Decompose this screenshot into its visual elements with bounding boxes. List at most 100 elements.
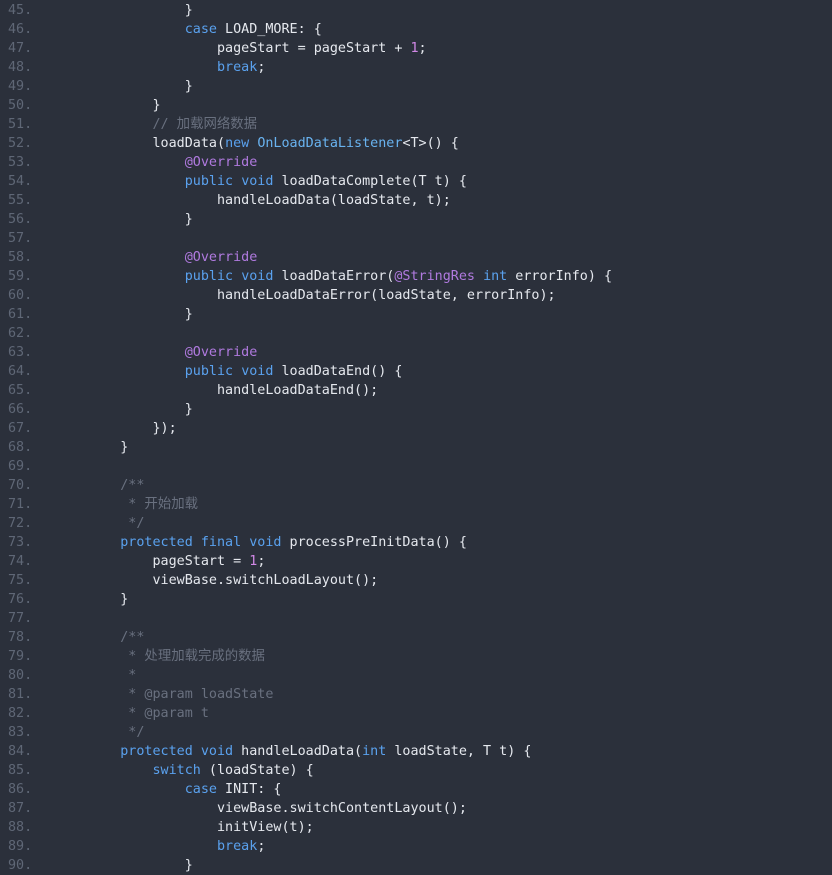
code-line: 57. bbox=[0, 229, 612, 248]
code-line: 90. } bbox=[0, 856, 612, 875]
line-number: 66. bbox=[8, 402, 33, 417]
code-line: 46. case LOAD_MORE: { bbox=[0, 20, 612, 39]
line-code: } bbox=[40, 210, 193, 229]
line-code: } bbox=[40, 96, 161, 115]
line-code: protected final void processPreInitData(… bbox=[40, 533, 467, 552]
code-token: * 处理加载完成的数据 bbox=[88, 649, 265, 664]
line-code: */ bbox=[40, 723, 144, 742]
code-line: 75. viewBase.switchLoadLayout(); bbox=[0, 571, 612, 590]
line-code: public void loadDataEnd() { bbox=[40, 362, 403, 381]
line-code: case LOAD_MORE: { bbox=[40, 20, 322, 39]
code-token: * @param t bbox=[88, 706, 209, 721]
line-number: 49. bbox=[8, 79, 33, 94]
code-token: handleLoadDataEnd(); bbox=[88, 383, 379, 398]
code-token: } bbox=[88, 592, 129, 607]
line-number: 59. bbox=[8, 269, 33, 284]
line-code: } bbox=[40, 400, 193, 419]
code-token: * bbox=[88, 668, 137, 683]
code-token: viewBase.switchLoadLayout(); bbox=[88, 573, 379, 588]
line-number: 62. bbox=[8, 326, 33, 341]
code-line: 67. }); bbox=[0, 419, 612, 438]
line-number: 69. bbox=[8, 459, 33, 474]
code-token: <T>() { bbox=[402, 136, 459, 151]
line-number: 47. bbox=[8, 41, 33, 56]
code-line: 50. } bbox=[0, 96, 612, 115]
code-token: }); bbox=[88, 421, 177, 436]
code-token: ; bbox=[257, 60, 266, 75]
code-token: ; bbox=[257, 554, 266, 569]
line-number: 70. bbox=[8, 478, 33, 493]
code-line: 64. public void loadDataEnd() { bbox=[0, 362, 612, 381]
line-number: 80. bbox=[8, 668, 33, 683]
code-token: @Override bbox=[184, 155, 258, 170]
code-line: 71. * 开始加载 bbox=[0, 495, 612, 514]
code-line: 78. /** bbox=[0, 628, 612, 647]
code-line: 58. @Override bbox=[0, 248, 612, 267]
code-token: loadDataError( bbox=[273, 269, 395, 284]
line-code: case INIT: { bbox=[40, 780, 282, 799]
code-token: public bbox=[184, 269, 234, 284]
code-line: 73. protected final void processPreInitD… bbox=[0, 533, 612, 552]
line-code: viewBase.switchContentLayout(); bbox=[40, 799, 467, 818]
code-token: errorInfo) { bbox=[507, 269, 613, 284]
line-code: pageStart = 1; bbox=[40, 552, 265, 571]
code-line: 51. // 加载网络数据 bbox=[0, 115, 612, 134]
line-number: 71. bbox=[8, 497, 33, 512]
code-token: viewBase.switchContentLayout(); bbox=[88, 801, 467, 816]
line-code: /** bbox=[40, 476, 144, 495]
code-line: 48. break; bbox=[0, 58, 612, 77]
code-line: 55. handleLoadData(loadState, t); bbox=[0, 191, 612, 210]
line-number: 60. bbox=[8, 288, 33, 303]
line-number: 78. bbox=[8, 630, 33, 645]
code-line: 80. * bbox=[0, 666, 612, 685]
code-token: handleLoadData(loadState, t); bbox=[88, 193, 451, 208]
code-token: int bbox=[362, 744, 387, 759]
code-line: 74. pageStart = 1; bbox=[0, 552, 612, 571]
code-token: @Override bbox=[184, 250, 258, 265]
line-number: 81. bbox=[8, 687, 33, 702]
code-line: 56. } bbox=[0, 210, 612, 229]
code-token: initView(t); bbox=[88, 820, 314, 835]
line-number: 83. bbox=[8, 725, 33, 740]
line-number: 85. bbox=[8, 763, 33, 778]
code-line: 88. initView(t); bbox=[0, 818, 612, 837]
code-line: 84. protected void handleLoadData(int lo… bbox=[0, 742, 612, 761]
code-line: 76. } bbox=[0, 590, 612, 609]
line-number: 72. bbox=[8, 516, 33, 531]
code-token: loadDataComplete(T t) { bbox=[273, 174, 467, 189]
code-line: 89. break; bbox=[0, 837, 612, 856]
line-number: 73. bbox=[8, 535, 33, 550]
line-number: 74. bbox=[8, 554, 33, 569]
code-line: 63. @Override bbox=[0, 343, 612, 362]
code-token: /** bbox=[88, 478, 145, 493]
code-token: } bbox=[88, 858, 193, 873]
line-number: 57. bbox=[8, 231, 33, 246]
line-number: 64. bbox=[8, 364, 33, 379]
code-line: 70. /** bbox=[0, 476, 612, 495]
code-line: 47. pageStart = pageStart + 1; bbox=[0, 39, 612, 58]
code-line: 72. */ bbox=[0, 514, 612, 533]
line-code: loadData(new OnLoadDataListener<T>() { bbox=[40, 134, 459, 153]
line-number: 90. bbox=[8, 858, 33, 873]
code-token: loadData( bbox=[88, 136, 226, 151]
code-token: loadState, T t) { bbox=[386, 744, 532, 759]
code-token: pageStart = pageStart + bbox=[88, 41, 411, 56]
code-token: } bbox=[88, 212, 193, 227]
code-token: @StringRes bbox=[394, 269, 475, 284]
code-token: } bbox=[88, 307, 193, 322]
code-token: final bbox=[200, 535, 242, 550]
line-code: @Override bbox=[40, 153, 258, 172]
code-token: } bbox=[88, 98, 161, 113]
